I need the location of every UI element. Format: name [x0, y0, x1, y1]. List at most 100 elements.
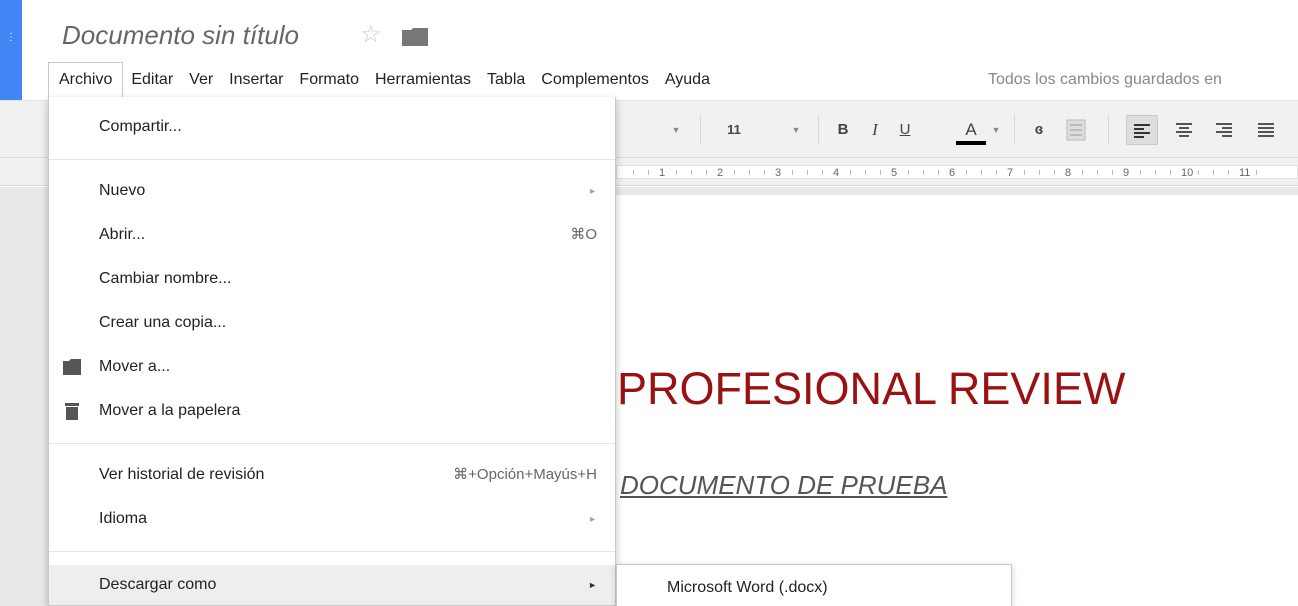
ruler-tick: [1140, 170, 1141, 175]
underline-button[interactable]: U: [894, 115, 916, 145]
ruler-number: 11: [1239, 167, 1251, 179]
ruler-tick: [908, 170, 909, 175]
trash-icon: [65, 403, 79, 420]
menu-ver[interactable]: Ver: [181, 62, 221, 98]
docs-app-strip[interactable]: ⋮: [0, 0, 22, 102]
menu-item-download[interactable]: Descargar como ►: [49, 565, 615, 605]
ruler-tick: [981, 170, 982, 175]
ruler-tick: [648, 170, 649, 175]
ruler-tick: [996, 170, 997, 175]
menu-item-new-label: Nuevo: [99, 182, 146, 199]
menu-item-copy[interactable]: Crear una copia...: [49, 303, 615, 343]
align-left-icon[interactable]: [1126, 115, 1158, 145]
submenu-arrow-icon: ►: [588, 580, 597, 590]
ruler-number: 8: [1065, 167, 1072, 179]
ruler-tick: [923, 170, 924, 175]
ruler-tick: [865, 170, 866, 175]
ruler-tick: [880, 170, 881, 175]
ruler-tick: [1198, 170, 1199, 175]
menu-formato[interactable]: Formato: [291, 62, 367, 98]
menu-item-open-label: Abrir...: [99, 226, 146, 243]
menu-item-share-label: Compartir...: [99, 118, 182, 135]
menu-item-history-label: Ver historial de revisión: [99, 466, 265, 483]
text-color-swatch: [956, 141, 986, 145]
font-dropdown-arrow-icon[interactable]: ▼: [668, 115, 684, 145]
bold-button[interactable]: B: [832, 115, 854, 145]
menu-bar: Archivo Editar Ver Insertar Formato Herr…: [48, 62, 718, 98]
ruler-tick: [1213, 170, 1214, 175]
ruler-tick: [822, 170, 823, 175]
ruler-tick: [1112, 170, 1113, 175]
document-title[interactable]: Documento sin título: [62, 20, 299, 51]
align-justify-icon[interactable]: [1250, 115, 1282, 145]
ruler-number: 9: [1123, 167, 1130, 179]
ruler-number: 2: [717, 167, 724, 179]
menu-item-history[interactable]: Ver historial de revisión ⌘+Opción+Mayús…: [49, 455, 615, 495]
menu-item-trash[interactable]: Mover a la papelera: [49, 391, 615, 431]
ruler-tick: [1170, 170, 1171, 175]
ruler-tick: [807, 170, 808, 175]
ruler-tick: [1228, 170, 1229, 175]
menu-item-copy-label: Crear una copia...: [99, 314, 227, 331]
menu-herramientas[interactable]: Herramientas: [367, 62, 479, 98]
ruler-tick: [792, 170, 793, 175]
ruler-track[interactable]: 1 2 3 4 5 6 7 8 9 10 11: [616, 165, 1298, 179]
ruler-tick: [966, 170, 967, 175]
ruler-tick: [938, 170, 939, 175]
menu-item-language-label: Idioma: [99, 510, 148, 527]
font-size-dropdown-icon[interactable]: ▼: [788, 115, 804, 145]
text-color-button[interactable]: A: [954, 115, 988, 145]
menu-item-download-label: Descargar como: [99, 576, 217, 593]
menu-item-language[interactable]: Idioma ►: [49, 499, 615, 539]
text-color-dropdown-icon[interactable]: ▼: [990, 115, 1002, 145]
menu-item-rename[interactable]: Cambiar nombre...: [49, 259, 615, 299]
align-right-icon[interactable]: [1208, 115, 1240, 145]
menu-item-rename-label: Cambiar nombre...: [99, 270, 232, 287]
ruler-number: 4: [833, 167, 840, 179]
app-menu-icon[interactable]: ⋮: [6, 33, 16, 43]
menu-archivo[interactable]: Archivo: [48, 62, 124, 98]
folder-icon[interactable]: [402, 28, 428, 46]
star-icon[interactable]: ☆: [360, 22, 382, 48]
open-shortcut: ⌘O: [570, 226, 597, 243]
menu-item-open[interactable]: Abrir... ⌘O: [49, 215, 615, 255]
ruler-tick: [1082, 170, 1083, 175]
menu-complementos[interactable]: Complementos: [533, 62, 657, 98]
ruler-tick: [1256, 170, 1257, 175]
menu-editar[interactable]: Editar: [123, 62, 181, 98]
ruler-tick: [1054, 170, 1055, 175]
ruler-tick: [706, 170, 707, 175]
ruler-tick: [691, 170, 692, 175]
menu-ayuda[interactable]: Ayuda: [657, 62, 718, 98]
ruler-number: 7: [1007, 167, 1014, 179]
menu-item-trash-label: Mover a la papelera: [99, 402, 241, 419]
menu-item-move[interactable]: Mover a...: [49, 347, 615, 387]
menu-item-new[interactable]: Nuevo ►: [49, 171, 615, 211]
ruler-number: 1: [659, 167, 666, 179]
link-icon[interactable]: ɞ: [1024, 115, 1054, 145]
comment-icon[interactable]: [1066, 119, 1086, 141]
text-color-label: A: [965, 120, 977, 139]
ruler-tick: [850, 170, 851, 175]
document-heading[interactable]: PROFESIONAL REVIEW: [617, 363, 1125, 415]
submenu-arrow-icon: ►: [588, 514, 597, 524]
file-menu: Compartir... Nuevo ► Abrir... ⌘O Cambiar…: [48, 97, 616, 606]
align-center-icon[interactable]: [1168, 115, 1200, 145]
ruler-tick: [1024, 170, 1025, 175]
italic-button[interactable]: I: [864, 115, 886, 145]
download-docx-item[interactable]: Microsoft Word (.docx): [667, 579, 828, 597]
save-status[interactable]: Todos los cambios guardados en: [988, 62, 1222, 98]
ruler-tick: [1097, 170, 1098, 175]
ruler-number: 3: [775, 167, 782, 179]
ruler-number: 6: [949, 167, 956, 179]
menu-item-share[interactable]: Compartir...: [49, 107, 615, 147]
ruler-number: 5: [891, 167, 898, 179]
menu-insertar[interactable]: Insertar: [221, 62, 291, 98]
ruler-number: 10: [1181, 167, 1194, 179]
ruler-tick: [749, 170, 750, 175]
download-submenu: Microsoft Word (.docx): [616, 564, 1012, 606]
menu-tabla[interactable]: Tabla: [479, 62, 533, 98]
document-subheading[interactable]: DOCUMENTO DE PRUEBA: [620, 470, 947, 501]
font-size-value[interactable]: 11: [722, 115, 746, 145]
submenu-arrow-icon: ►: [588, 186, 597, 196]
